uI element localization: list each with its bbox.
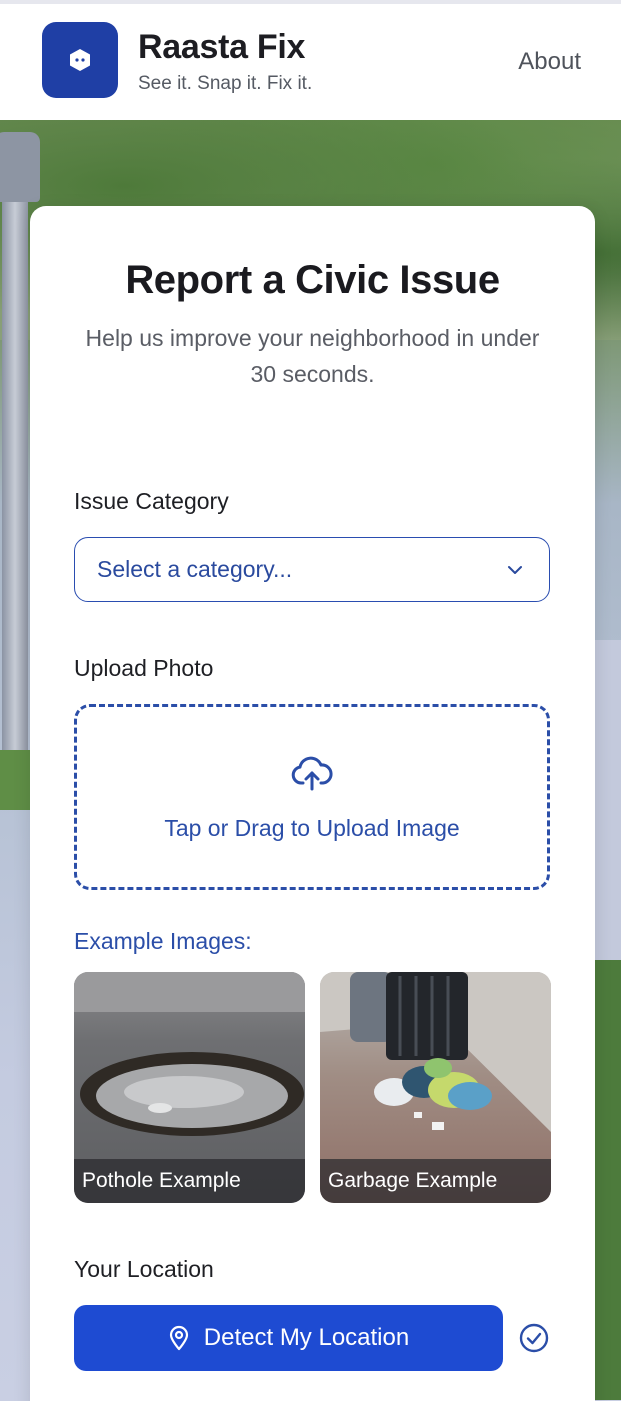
page-subtitle: Help us improve your neighborhood in und… (85, 325, 540, 387)
brand-tagline: See it. Snap it. Fix it. (138, 73, 313, 94)
cloud-upload-icon (291, 756, 333, 791)
map-pin-icon (169, 1325, 188, 1351)
background-walkway (591, 640, 621, 960)
example-caption: Garbage Example (320, 1159, 551, 1203)
photo-upload-dropzone[interactable]: Tap or Drag to Upload Image (74, 704, 550, 890)
example-caption: Pothole Example (74, 1159, 305, 1203)
category-select-value: Select a category... (97, 556, 293, 582)
category-select[interactable]: Select a category... (74, 537, 550, 602)
check-circle-icon (519, 1323, 549, 1353)
location-label: Your Location (74, 1256, 214, 1282)
example-image-pothole[interactable]: Pothole Example (74, 972, 305, 1203)
detect-location-button[interactable]: Detect My Location (74, 1305, 503, 1371)
brand-title: Raasta Fix (138, 28, 306, 66)
report-card: Report a Civic Issue Help us improve you… (30, 206, 595, 1401)
chevron-down-icon (508, 566, 522, 574)
page-title: Report a Civic Issue (125, 258, 500, 302)
hexagon-icon (70, 49, 90, 71)
background-grass-right (591, 960, 621, 1400)
upload-instruction: Tap or Drag to Upload Image (164, 815, 460, 841)
example-image-garbage[interactable]: Garbage Example (320, 972, 551, 1203)
category-label: Issue Category (74, 488, 229, 514)
examples-label: Example Images: (74, 928, 252, 954)
app-logo[interactable] (42, 22, 118, 98)
nav-about-link[interactable]: About (518, 48, 581, 76)
detect-location-label: Detect My Location (203, 1324, 410, 1351)
photo-label: Upload Photo (74, 655, 214, 681)
background-grass-left (0, 750, 30, 810)
background-lamp-pole (2, 150, 28, 760)
app-header: Raasta Fix See it. Snap it. Fix it. Abou… (0, 4, 621, 120)
background-lamp (0, 132, 40, 202)
